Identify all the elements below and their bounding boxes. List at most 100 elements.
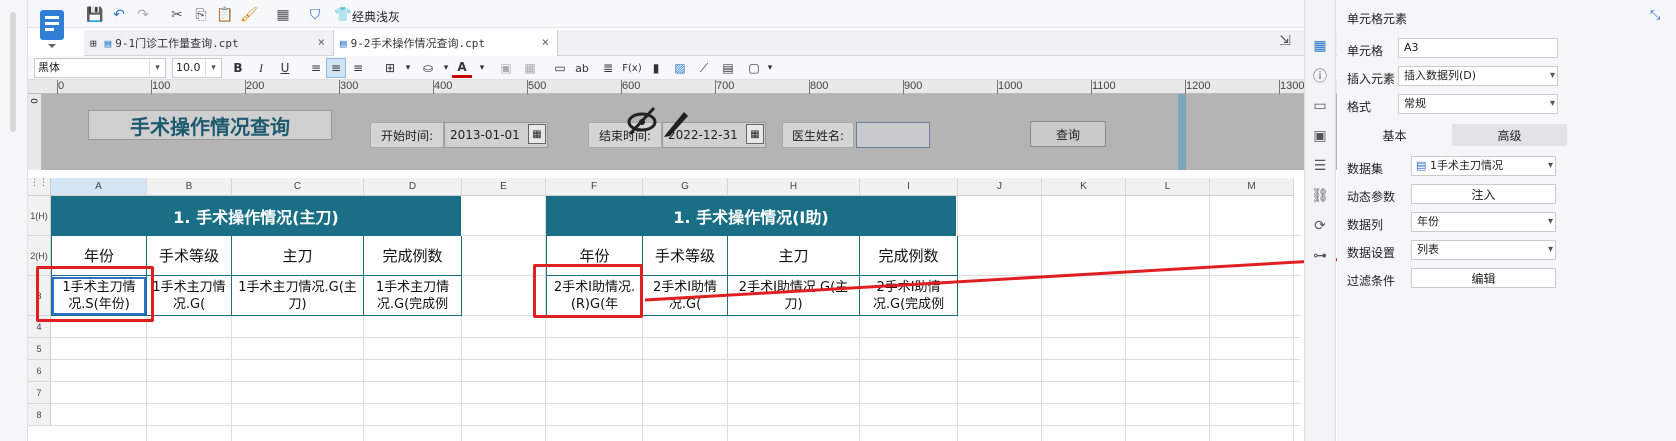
border-icon[interactable]: ⊞ <box>380 58 400 78</box>
header-grade-cell[interactable]: 手术等级 <box>147 236 232 276</box>
merge-icon[interactable]: ▣ <box>496 58 516 78</box>
tab-basic[interactable]: 基本 <box>1337 124 1452 146</box>
chevron-down-icon[interactable]: ▾ <box>472 58 492 78</box>
header-surgeon-cell[interactable]: 主刀 <box>232 236 364 276</box>
column-header[interactable]: A <box>51 178 147 196</box>
redo-icon[interactable]: ↷ <box>134 6 152 24</box>
collapse-icon[interactable]: ⇲ <box>1276 32 1294 50</box>
underline-button[interactable]: U <box>275 58 295 78</box>
close-icon[interactable]: × <box>318 35 325 49</box>
assist-title-cell[interactable]: 1. 手术操作情况(I助) <box>546 196 957 236</box>
cell-attributes-icon[interactable]: ▦ <box>1310 36 1330 56</box>
row-header[interactable]: 6 <box>28 360 51 382</box>
row-header[interactable]: 8 <box>28 404 51 426</box>
main-title-cell[interactable]: 1. 手术操作情况(主刀) <box>51 196 462 236</box>
save-icon[interactable]: 💾 <box>86 6 104 24</box>
cell-field[interactable]: A3 <box>1398 38 1558 58</box>
column-header[interactable]: E <box>462 178 546 196</box>
align-right-icon[interactable]: ≡ <box>348 58 368 78</box>
bold-button[interactable]: B <box>228 58 248 78</box>
data-cell-i3[interactable]: 2手术I助情况.G(完成例 <box>860 276 958 316</box>
layer-icon[interactable]: ☰ <box>1310 156 1330 176</box>
formula-button[interactable]: F(x) <box>622 58 642 78</box>
copy-icon[interactable]: ⎘ <box>192 6 210 24</box>
header-grade-cell[interactable]: 手术等级 <box>643 236 728 276</box>
link-icon[interactable]: ⛓ <box>1310 186 1330 206</box>
ab-button[interactable]: ab <box>572 58 592 78</box>
data-cell-b3[interactable]: 1手术主刀情况.G( <box>147 276 232 316</box>
column-header[interactable]: F <box>546 178 643 196</box>
row-header[interactable]: 5 <box>28 338 51 360</box>
paragraph-icon[interactable]: ≣ <box>598 58 618 78</box>
info-icon[interactable]: ⓘ <box>1310 66 1330 86</box>
column-header[interactable]: J <box>958 178 1042 196</box>
pane-divider[interactable] <box>1178 94 1186 170</box>
image-icon[interactable]: ▨ <box>670 58 690 78</box>
header-surgeon-cell[interactable]: 主刀 <box>728 236 860 276</box>
data-cell-g3[interactable]: 2手术I助情况.G( <box>643 276 728 316</box>
header-count-cell[interactable]: 完成例数 <box>860 236 958 276</box>
font-size-select[interactable]: 10.0 ▾ <box>172 58 222 78</box>
column-header[interactable]: L <box>1126 178 1210 196</box>
tab-9-2[interactable]: ▤ 9-2手术操作情况查询.cpt × <box>334 30 558 56</box>
tree-icon[interactable]: ⊶ <box>1310 246 1330 266</box>
hide-edit-icon[interactable] <box>626 104 690 138</box>
tab-advanced[interactable]: 高级 <box>1452 124 1567 146</box>
column-header[interactable]: H <box>728 178 860 196</box>
refresh-icon[interactable]: ⟳ <box>1310 216 1330 236</box>
data-setting-select[interactable]: 列表 ▾ <box>1411 240 1556 260</box>
doctor-input[interactable] <box>856 122 930 148</box>
column-header[interactable]: K <box>1042 178 1126 196</box>
edit-filter-button[interactable]: 编辑 <box>1411 268 1556 288</box>
datacol-select[interactable]: 年份 ▾ <box>1411 212 1556 232</box>
column-header[interactable]: G <box>643 178 728 196</box>
dataset-select[interactable]: ▤ 1手术主刀情况 ▾ <box>1411 156 1556 176</box>
column-header[interactable]: C <box>232 178 364 196</box>
widget-icon[interactable]: ▭ <box>1310 96 1330 116</box>
format-select[interactable]: 常规 ▾ <box>1398 94 1558 114</box>
pin-icon[interactable]: ⤡ <box>1650 8 1660 23</box>
row-header[interactable]: 7 <box>28 382 51 404</box>
data-cell-h3[interactable]: 2手术I助情况.G(主刀) <box>728 276 860 316</box>
align-center-icon[interactable]: ≡ <box>326 58 346 78</box>
shield-icon[interactable]: ⛉ <box>306 6 324 24</box>
row-header[interactable]: 1(H) <box>28 196 51 236</box>
calendar-icon[interactable]: ▦ <box>528 124 546 144</box>
fill-color-icon[interactable]: ⛀ <box>418 58 438 78</box>
select-all-corner[interactable]: ⋮⋮ <box>28 178 51 196</box>
column-header[interactable]: D <box>364 178 462 196</box>
chevron-down-icon[interactable]: ▾ <box>398 58 418 78</box>
scrollbar-thumb[interactable] <box>10 12 16 132</box>
cut-icon[interactable]: ✂ <box>168 6 186 24</box>
column-header[interactable]: M <box>1210 178 1294 196</box>
template-menu-icon[interactable] <box>34 6 70 50</box>
paste-icon[interactable]: 📋 <box>216 6 234 24</box>
align-left-icon[interactable]: ≡ <box>306 58 326 78</box>
condition-icon[interactable]: ▣ <box>1310 126 1330 146</box>
header-count-cell[interactable]: 完成例数 <box>364 236 462 276</box>
undo-icon[interactable]: ↶ <box>110 6 128 24</box>
text-icon[interactable]: ▭ <box>550 58 570 78</box>
tab-9-1[interactable]: ⊞ ▤ 9-1门诊工作量查询.cpt × <box>84 30 334 56</box>
chart-icon[interactable]: ▮ <box>646 58 666 78</box>
data-cell-c3[interactable]: 1手术主刀情况.G(主刀) <box>232 276 364 316</box>
inject-button[interactable]: 注入 <box>1411 184 1556 204</box>
close-icon[interactable]: × <box>542 35 549 49</box>
italic-button[interactable]: I <box>251 58 271 78</box>
column-header[interactable]: B <box>147 178 232 196</box>
unmerge-icon[interactable]: ▦ <box>520 58 540 78</box>
format-painter-icon[interactable]: 🖌 <box>240 6 258 24</box>
theme-icon[interactable]: 👕 <box>334 6 352 24</box>
report-icon[interactable]: ▦ <box>274 6 292 24</box>
insert-select[interactable]: 插入数据列(D) ▾ <box>1398 66 1558 86</box>
text-color-button[interactable]: A <box>452 58 472 78</box>
query-button[interactable]: 查询 <box>1030 121 1106 147</box>
classic-theme-label[interactable]: 经典浅灰 <box>352 8 400 25</box>
chevron-down-icon[interactable]: ▾ <box>760 58 780 78</box>
calendar-icon[interactable]: ▦ <box>746 124 764 144</box>
slash-icon[interactable]: ⟋ <box>694 58 714 78</box>
subreport-icon[interactable]: ▤ <box>718 58 738 78</box>
font-family-select[interactable]: 黑体 ▾ <box>34 58 166 78</box>
column-header[interactable]: I <box>860 178 958 196</box>
data-cell-d3[interactable]: 1手术主刀情况.G(完成例 <box>364 276 462 316</box>
